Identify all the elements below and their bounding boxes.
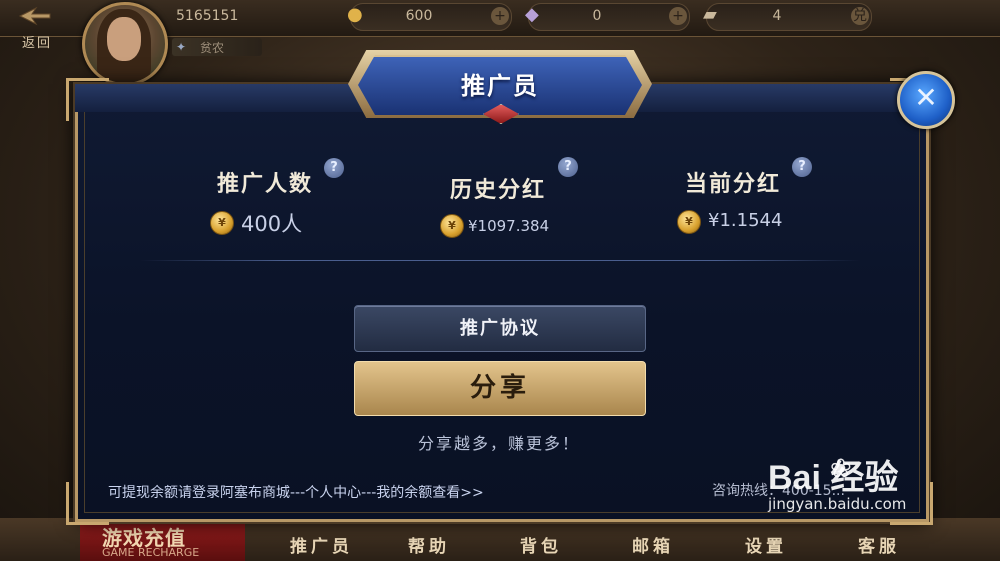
divider [140, 260, 860, 261]
diamond-value: 0 [592, 8, 602, 24]
user-id: 5165151 [176, 8, 239, 24]
avatar[interactable] [82, 2, 168, 86]
tab-help[interactable]: 帮助 [408, 532, 450, 557]
ticket-counter: ▰ 4 兑 [703, 3, 872, 31]
exchange-ticket-button[interactable]: 兑 [851, 7, 869, 25]
promotion-agreement-button[interactable]: 推广协议 [354, 305, 646, 352]
watermark-url: jingyan.baidu.com [768, 495, 907, 513]
back-button[interactable]: 返回 [8, 2, 64, 51]
help-icon[interactable]: ? [792, 157, 812, 177]
coin-icon: ¥ [210, 211, 234, 235]
gold-counter: ● 600 + [347, 3, 512, 31]
corner-ornament [66, 78, 109, 121]
close-button[interactable]: ✕ [897, 71, 955, 129]
tab-mailbox[interactable]: 邮箱 [632, 532, 674, 557]
tab-settings[interactable]: 设置 [745, 532, 787, 557]
stat-label-history-dividend: 历史分红 [450, 177, 547, 203]
share-button[interactable]: 分享 [354, 361, 646, 416]
stat-value-referrals: 400人 [241, 212, 303, 236]
stat-value-current-dividend: ¥1.1544 [708, 210, 783, 231]
avatar-face [107, 17, 141, 61]
diamond-counter: ◆ 0 + [525, 3, 690, 31]
tab-backpack[interactable]: 背包 [520, 532, 562, 557]
paw-icon: ❀ [830, 454, 852, 484]
back-arrow-icon [18, 6, 51, 26]
close-icon: ✕ [914, 81, 938, 114]
corner-ornament [66, 482, 109, 525]
balance-info-link[interactable]: 可提现余额请登录阿塞布商城---个人中心---我的余额查看>> [108, 482, 484, 502]
add-gold-button[interactable]: + [491, 7, 509, 25]
rank-label: 贫农 [200, 41, 225, 55]
recharge-subtitle: GAME RECHARGE [102, 546, 200, 559]
ticket-value: 4 [772, 8, 782, 24]
rank-icon: ✦ [176, 40, 187, 54]
dialog-title: 推广员 [461, 71, 539, 100]
gold-value: 600 [405, 8, 433, 24]
baidu-watermark: ❀ Bai 经验 jingyan.baidu.com [768, 450, 906, 513]
back-label: 返回 [22, 36, 53, 51]
help-icon[interactable]: ? [324, 158, 344, 178]
slogan-text: 分享越多，赚更多！ [417, 434, 580, 453]
help-icon[interactable]: ? [558, 157, 578, 177]
stat-value-history-dividend: ¥1097.384 [468, 217, 550, 235]
tab-customer-service[interactable]: 客服 [858, 532, 900, 557]
coin-icon: ¥ [677, 210, 701, 234]
coin-icon: ¥ [440, 214, 464, 238]
stat-label-current-dividend: 当前分红 [685, 171, 782, 197]
rank-badge: ✦ 贫农 [172, 38, 262, 56]
tab-promoter[interactable]: 推广员 [290, 532, 353, 557]
stat-label-referrals: 推广人数 [217, 171, 314, 197]
add-diamond-button[interactable]: + [669, 7, 687, 25]
